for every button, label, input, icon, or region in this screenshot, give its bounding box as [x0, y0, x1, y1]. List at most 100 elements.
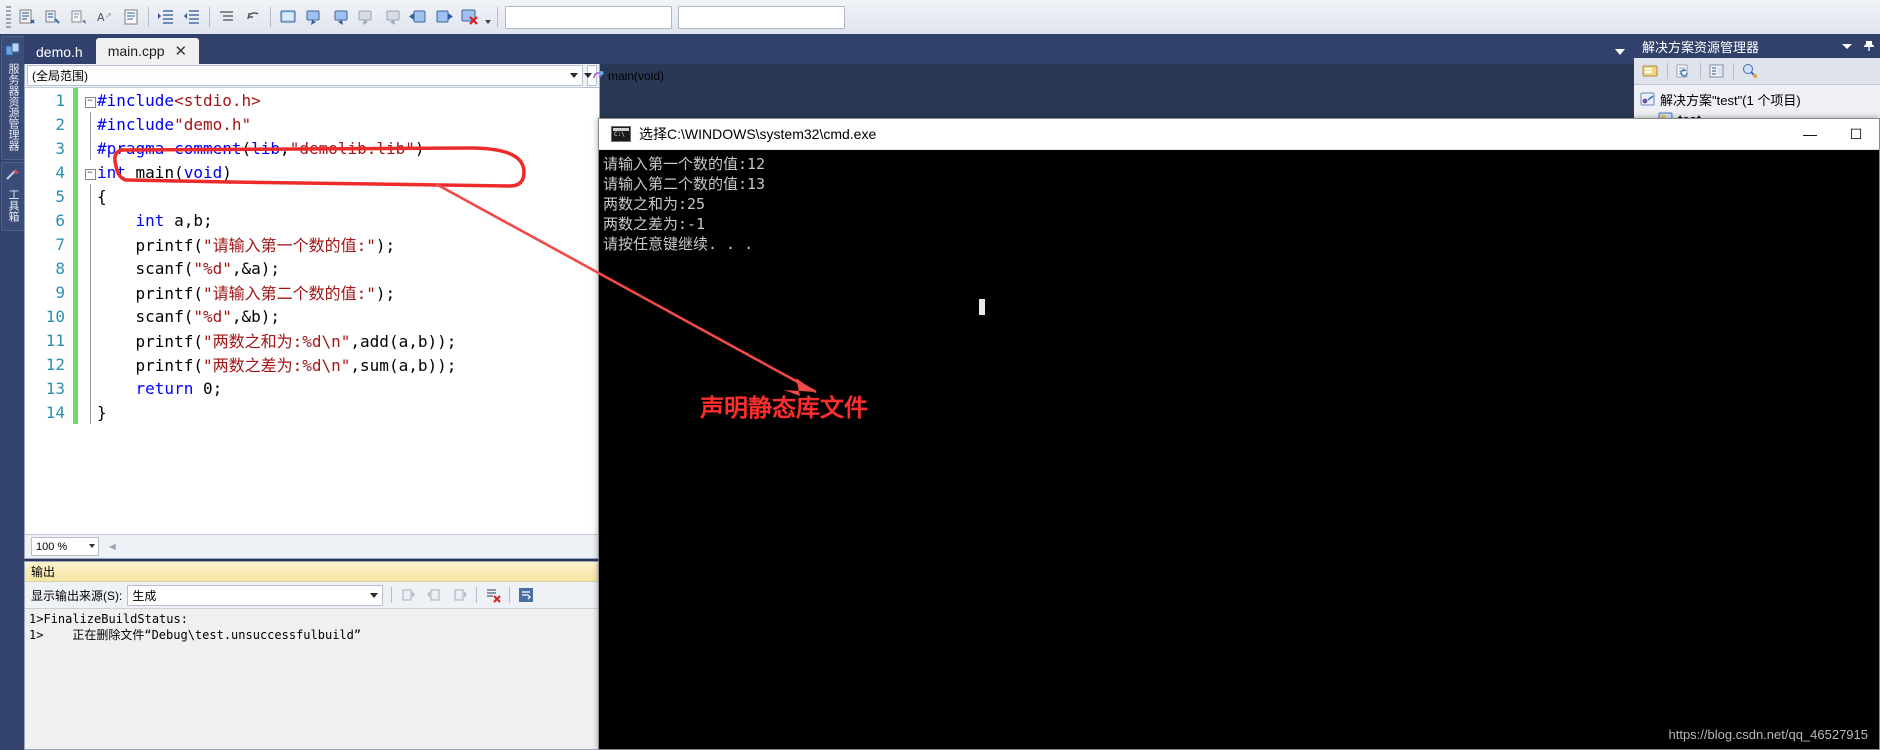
- code-line[interactable]: 6 int a,b;: [25, 208, 599, 232]
- properties-icon[interactable]: [1704, 60, 1730, 82]
- code-line[interactable]: 11 printf("两数之和为:%d\n",add(a,b));: [25, 328, 599, 352]
- code-line[interactable]: 10 scanf("%d",&b);: [25, 304, 599, 328]
- code-line[interactable]: 9 printf("请输入第二个数的值:");: [25, 280, 599, 304]
- tree-item-solution[interactable]: 解决方案"test"(1 个项目): [1640, 89, 1880, 109]
- toggle-word-wrap-icon[interactable]: [513, 584, 539, 606]
- minimize-button[interactable]: —: [1787, 119, 1833, 149]
- code-line[interactable]: 2 #include"demo.h": [25, 112, 599, 136]
- toolbar-separator: [391, 587, 393, 603]
- console-text-caret: [979, 299, 985, 315]
- toggle-word-wrap-icon[interactable]: [119, 5, 143, 29]
- toolbar-separator: [1667, 63, 1668, 79]
- toolbar-separator: [1733, 63, 1734, 79]
- fold-guide-line: [83, 232, 97, 256]
- tab-label: main.cpp: [107, 43, 165, 59]
- fold-collapse-icon[interactable]: −: [83, 93, 97, 108]
- next-bookmark-icon[interactable]: [328, 5, 352, 29]
- pin-icon[interactable]: [1858, 40, 1880, 52]
- code-line[interactable]: 7 printf("请输入第一个数的值:");: [25, 232, 599, 256]
- jump-to-next-message-icon[interactable]: [421, 584, 447, 606]
- line-number: 13: [45, 378, 65, 398]
- jump-to-previous-message-icon[interactable]: [395, 584, 421, 606]
- font-size-icon[interactable]: A ↗: [93, 5, 117, 29]
- chevron-down-icon: [89, 544, 95, 548]
- line-number: 6: [55, 210, 65, 230]
- preview-selected-items-icon[interactable]: [1737, 60, 1763, 82]
- maximize-button[interactable]: ☐: [1833, 119, 1879, 149]
- code-line[interactable]: 1 − #include<stdio.h>: [25, 88, 599, 112]
- clear-bookmarks-icon[interactable]: [458, 5, 482, 29]
- sidebar-item-server-explorer[interactable]: 服务器资源管理器: [1, 36, 25, 160]
- tab-main-cpp[interactable]: main.cpp ✕: [95, 38, 200, 64]
- svg-text:↗: ↗: [105, 11, 112, 20]
- code-line[interactable]: 5{: [25, 184, 599, 208]
- toolbar-combo-1[interactable]: [505, 5, 672, 29]
- refresh-icon[interactable]: [1671, 60, 1697, 82]
- toggle-bookmark-icon[interactable]: [276, 5, 300, 29]
- document-tab-strip: demo.h main.cpp ✕: [24, 34, 1634, 64]
- go-to-next-message-icon[interactable]: [447, 584, 473, 606]
- code-line[interactable]: 4 − int main(void): [25, 160, 599, 184]
- previous-bookmark-in-folder-icon[interactable]: [354, 5, 378, 29]
- sidebar-item-toolbox[interactable]: 工具箱: [1, 162, 25, 231]
- change-indicator: [71, 256, 83, 280]
- code-line[interactable]: 14}: [25, 400, 599, 424]
- toolbar-combo-2[interactable]: [678, 5, 845, 29]
- svg-text:A: A: [97, 11, 105, 24]
- comment-selection-icon[interactable]: [15, 5, 39, 29]
- code-line[interactable]: 8 scanf("%d",&a);: [25, 256, 599, 280]
- uncomment-selection-icon[interactable]: [41, 5, 65, 29]
- code-line-text: }: [97, 402, 107, 422]
- output-text: 1>FinalizeBuildStatus: 1> 正在删除文件“Debug\t…: [29, 612, 362, 642]
- code-line[interactable]: 13 return 0;: [25, 376, 599, 400]
- close-icon[interactable]: ✕: [175, 44, 188, 59]
- toolbar-overflow-icon[interactable]: [483, 5, 493, 29]
- console-title-bar[interactable]: 选择C:\WINDOWS\system32\cmd.exe — ☐: [599, 119, 1879, 150]
- next-bookmark-in-document-icon[interactable]: [432, 5, 456, 29]
- chevron-down-icon: [370, 592, 379, 598]
- chevron-down-icon[interactable]: [1836, 41, 1858, 51]
- cmd-console-window[interactable]: 选择C:\WINDOWS\system32\cmd.exe — ☐ 请输入第一个…: [598, 118, 1880, 750]
- increase-indent-icon[interactable]: [154, 5, 178, 29]
- next-bookmark-in-folder-icon[interactable]: [380, 5, 404, 29]
- output-source-label: 显示输出来源(S):: [31, 588, 123, 603]
- fold-guide-line: [83, 400, 97, 424]
- fold-collapse-icon[interactable]: −: [83, 165, 97, 180]
- code-line[interactable]: 12 printf("两数之差为:%d\n",sum(a,b));: [25, 352, 599, 376]
- member-dropdown[interactable]: main(void): [584, 65, 664, 86]
- cmd-icon: [611, 126, 631, 142]
- code-text-area[interactable]: 1− #include<stdio.h> 2 #include"demo.h" 3 #pr…: [25, 88, 599, 558]
- navigate-backward-icon[interactable]: [67, 5, 91, 29]
- fold-guide-line: [83, 352, 97, 376]
- undo-last-navigation-icon[interactable]: [241, 5, 265, 29]
- tab-demo-h[interactable]: demo.h: [24, 40, 95, 64]
- chevron-down-icon[interactable]: [1614, 46, 1626, 58]
- solution-explorer-title: 解决方案资源管理器: [1642, 39, 1760, 55]
- toolbar-separator: [1700, 63, 1701, 79]
- decrease-indent-icon[interactable]: [180, 5, 204, 29]
- zoom-level-dropdown[interactable]: 100 %: [31, 537, 99, 556]
- sidebar-item-label: 工具箱: [7, 189, 19, 222]
- code-editor-pane: (全局范围) main(void) 1− #include<stdio.h> 2 #i…: [24, 64, 664, 559]
- previous-bookmark-in-document-icon[interactable]: [406, 5, 430, 29]
- zoom-level-value: 100 %: [36, 540, 68, 553]
- editor-status-bar: 100 % ◄: [25, 534, 601, 558]
- previous-bookmark-icon[interactable]: [302, 5, 326, 29]
- fold-guide-line: [83, 280, 97, 304]
- tab-label: demo.h: [36, 44, 83, 60]
- change-indicator: [71, 280, 83, 304]
- line-number: 12: [45, 354, 65, 374]
- editor-navigation-bar: (全局范围) main(void): [25, 64, 664, 88]
- code-line-text: {: [97, 186, 107, 206]
- toolbar-grip[interactable]: [6, 6, 11, 28]
- code-line[interactable]: 3 #pragma comment(lib,"demolib.lib"): [25, 136, 599, 160]
- home-icon[interactable]: [1638, 60, 1664, 82]
- horizontal-scroll-left-icon[interactable]: ◄: [107, 541, 118, 553]
- output-source-dropdown[interactable]: 生成: [127, 584, 384, 606]
- scope-dropdown[interactable]: (全局范围): [27, 65, 583, 86]
- method-icon: [592, 70, 604, 82]
- output-source-value: 生成: [132, 588, 157, 603]
- clear-all-icon[interactable]: [480, 584, 506, 606]
- line-number: 3: [55, 138, 65, 158]
- collapse-definitions-icon[interactable]: [215, 5, 239, 29]
